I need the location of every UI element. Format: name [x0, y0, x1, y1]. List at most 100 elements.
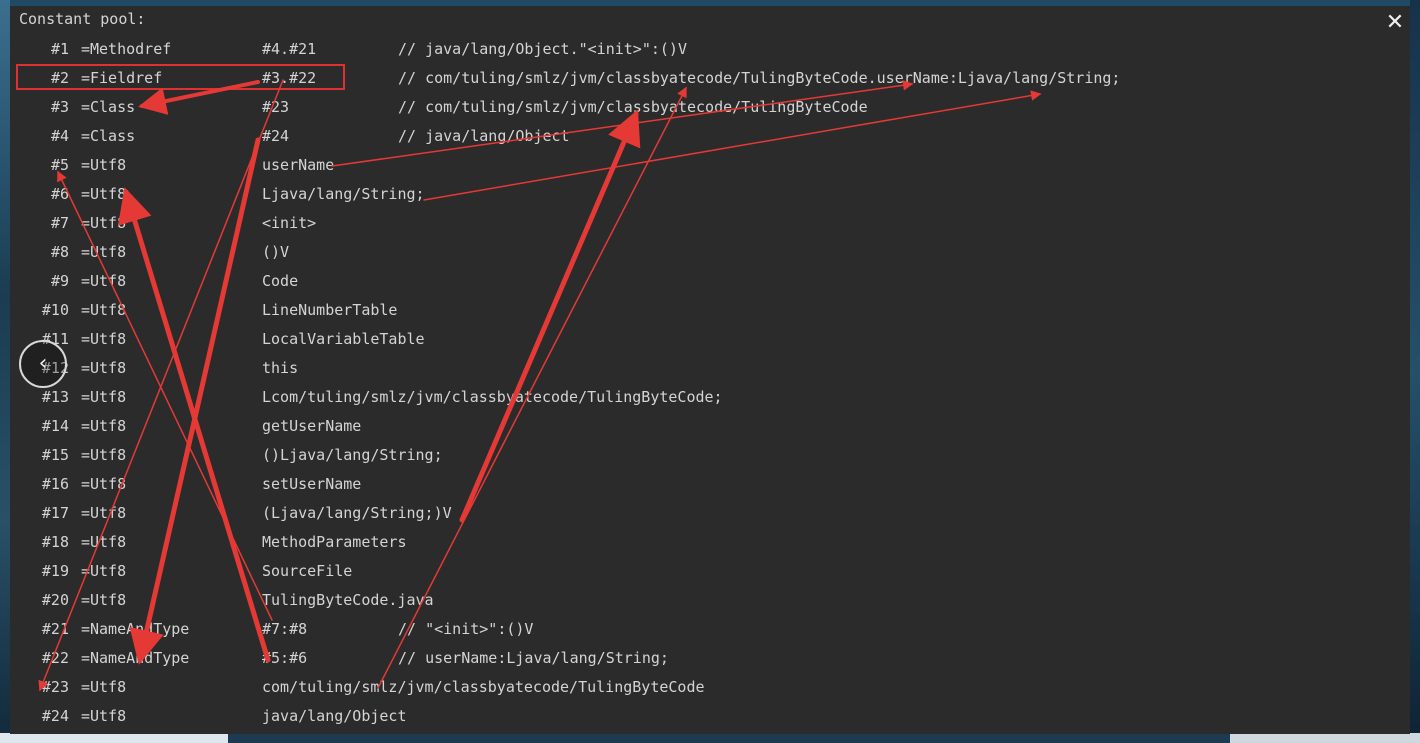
entry-type: Utf8 — [90, 301, 127, 319]
entry-index: #19 — [41, 562, 69, 580]
entry-index: #17 — [41, 504, 69, 522]
entry-index: #10 — [41, 301, 69, 319]
entry-equals: = — [81, 591, 91, 609]
entry-value: java/lang/Object — [262, 707, 407, 725]
entry-value: (Ljava/lang/String;)V — [262, 504, 452, 522]
previous-image-button[interactable]: ‹ — [19, 340, 67, 388]
entry-equals: = — [81, 620, 91, 638]
entry-index: #23 — [41, 678, 69, 696]
entry-type: Utf8 — [90, 533, 127, 551]
entry-type: Utf8 — [90, 475, 127, 493]
constant-pool-heading: Constant pool: — [19, 10, 146, 28]
constant-pool-entry: #18 = Utf8 MethodParameters — [10, 528, 1310, 557]
entry-type: Utf8 — [90, 272, 127, 290]
constant-pool-entry: #24 = Utf8 java/lang/Object — [10, 702, 1310, 731]
entry-type: Utf8 — [90, 591, 127, 609]
entry-type: Utf8 — [90, 504, 127, 522]
desktop-background-bottom — [0, 733, 1420, 743]
entry-value: TulingByteCode.java — [262, 591, 434, 609]
entry-value: com/tuling/smlz/jvm/classbyatecode/Tulin… — [262, 678, 705, 696]
entry-type: Utf8 — [90, 417, 127, 435]
entry-equals: = — [81, 533, 91, 551]
entry-value: MethodParameters — [262, 533, 407, 551]
entry-comment: // java/lang/Object."<init>":()V — [398, 40, 687, 58]
entry-type: Utf8 — [90, 156, 127, 174]
constant-pool-entry: #21 = NameAndType #7:#8 // "<init>":()V — [10, 615, 1310, 644]
entry-index: #16 — [41, 475, 69, 493]
entry-equals: = — [81, 417, 91, 435]
entry-value: this — [262, 359, 299, 377]
constant-pool-entry: #10 = Utf8 LineNumberTable — [10, 296, 1310, 325]
constant-pool-entry: #14 = Utf8 getUserName — [10, 412, 1310, 441]
entry-equals: = — [81, 40, 91, 58]
entry-value: Lcom/tuling/smlz/jvm/classbyatecode/Tuli… — [262, 388, 723, 406]
constant-pool-entry: #7 = Utf8 <init> — [10, 209, 1310, 238]
entry-index: #7 — [50, 214, 69, 232]
entry-equals: = — [81, 272, 91, 290]
constant-pool-entry: #6 = Utf8 Ljava/lang/String; — [10, 180, 1310, 209]
entry-equals: = — [81, 649, 91, 667]
close-button[interactable]: ✕ — [1378, 6, 1412, 40]
entry-equals: = — [81, 330, 91, 348]
entry-type: Utf8 — [90, 185, 127, 203]
entry-value: getUserName — [262, 417, 362, 435]
constant-pool-entry: #20 = Utf8 TulingByteCode.java — [10, 586, 1310, 615]
entry-equals: = — [81, 127, 91, 145]
entry-index: #3 — [50, 98, 69, 116]
entry-type: Utf8 — [90, 446, 127, 464]
entry-comment: // userName:Ljava/lang/String; — [398, 649, 669, 667]
console-output: Constant pool: #1 = Methodref #4.#21// java… — [10, 6, 1410, 734]
entry-index: #22 — [41, 649, 69, 667]
entry-value: LocalVariableTable — [262, 330, 425, 348]
entry-value: ()Ljava/lang/String; — [262, 446, 443, 464]
entry-equals: = — [81, 504, 91, 522]
entry-equals: = — [81, 446, 91, 464]
constant-pool-entry: #23 = Utf8 com/tuling/smlz/jvm/classbyateco… — [10, 673, 1310, 702]
constant-pool-entry: #22 = NameAndType #5:#6 // userName:Ljava/la… — [10, 644, 1310, 673]
entry-type: Utf8 — [90, 388, 127, 406]
entry-index: #18 — [41, 533, 69, 551]
entry-equals: = — [81, 562, 91, 580]
entry-value: ()V — [262, 243, 290, 261]
entry-value: Code — [262, 272, 299, 290]
entry-equals: = — [81, 214, 91, 232]
entry-equals: = — [81, 243, 91, 261]
entry-index: #4 — [50, 127, 69, 145]
entry-type: Utf8 — [90, 678, 127, 696]
entry-value: setUserName — [262, 475, 362, 493]
constant-pool-entry: #13 = Utf8 Lcom/tuling/smlz/jvm/classbyatec… — [10, 383, 1310, 412]
entry-equals: = — [81, 475, 91, 493]
entry-equals: = — [81, 156, 91, 174]
constant-pool-entry: #12 = Utf8 this — [10, 354, 1310, 383]
entry-value: SourceFile — [262, 562, 353, 580]
entry-index: #8 — [50, 243, 69, 261]
entry-index: #6 — [50, 185, 69, 203]
constant-pool-entry: #4 = Class #24 // java/lang/Object — [10, 122, 1310, 151]
entry-equals: = — [81, 388, 91, 406]
entry-value: #4.#21 — [262, 40, 317, 58]
entry-index: #15 — [41, 446, 69, 464]
entry-type: NameAndType — [90, 620, 190, 638]
entry-type: Class — [90, 127, 136, 145]
entry-value: userName — [262, 156, 335, 174]
entry-type: Utf8 — [90, 330, 127, 348]
entry-index: #5 — [50, 156, 69, 174]
entry-equals: = — [81, 359, 91, 377]
entry-type: Utf8 — [90, 214, 127, 232]
entry-comment: // com/tuling/smlz/jvm/classbyatecode/Tu… — [398, 69, 1121, 87]
entry-type: Methodref — [90, 40, 172, 58]
fieldref-highlight-box — [16, 64, 345, 90]
entry-index: #24 — [41, 707, 69, 725]
entry-value: Ljava/lang/String; — [262, 185, 425, 203]
constant-pool-entry: #3 = Class #23 // com/tuling/smlz/jvm/classb… — [10, 93, 1310, 122]
entry-index: #9 — [50, 272, 69, 290]
entry-type: Utf8 — [90, 562, 127, 580]
entry-type: Class — [90, 98, 136, 116]
entry-index: #21 — [41, 620, 69, 638]
entry-equals: = — [81, 301, 91, 319]
entry-comment: // com/tuling/smlz/jvm/classbyatecode/Tu… — [398, 98, 868, 116]
constant-pool-entry: #8 = Utf8 ()V — [10, 238, 1310, 267]
entry-equals: = — [81, 185, 91, 203]
entry-type: Utf8 — [90, 707, 127, 725]
entry-comment: // java/lang/Object — [398, 127, 570, 145]
